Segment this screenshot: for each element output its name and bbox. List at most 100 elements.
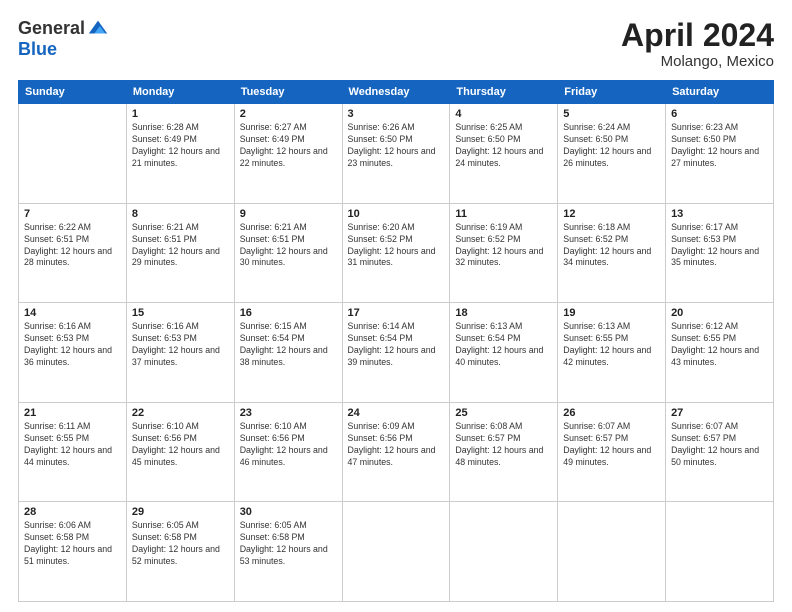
weekday-header-cell: Wednesday	[342, 81, 450, 104]
calendar-day-cell	[666, 502, 774, 602]
day-info: Sunrise: 6:14 AMSunset: 6:54 PMDaylight:…	[348, 321, 445, 369]
day-info: Sunrise: 6:23 AMSunset: 6:50 PMDaylight:…	[671, 122, 768, 170]
calendar-week-row: 21 Sunrise: 6:11 AMSunset: 6:55 PMDayligh…	[19, 402, 774, 502]
day-info: Sunrise: 6:25 AMSunset: 6:50 PMDaylight:…	[455, 122, 552, 170]
weekday-header-cell: Saturday	[666, 81, 774, 104]
title-block: April 2024 Molango, Mexico	[621, 18, 774, 70]
day-info: Sunrise: 6:05 AMSunset: 6:58 PMDaylight:…	[132, 520, 229, 568]
calendar-day-cell: 30 Sunrise: 6:05 AMSunset: 6:58 PMDayligh…	[234, 502, 342, 602]
calendar-day-cell: 26 Sunrise: 6:07 AMSunset: 6:57 PMDayligh…	[558, 402, 666, 502]
day-info: Sunrise: 6:21 AMSunset: 6:51 PMDaylight:…	[240, 222, 337, 270]
day-info: Sunrise: 6:10 AMSunset: 6:56 PMDaylight:…	[240, 421, 337, 469]
calendar-day-cell: 4 Sunrise: 6:25 AMSunset: 6:50 PMDaylight…	[450, 104, 558, 204]
day-info: Sunrise: 6:26 AMSunset: 6:50 PMDaylight:…	[348, 122, 445, 170]
day-info: Sunrise: 6:07 AMSunset: 6:57 PMDaylight:…	[563, 421, 660, 469]
day-info: Sunrise: 6:21 AMSunset: 6:51 PMDaylight:…	[132, 222, 229, 270]
day-number: 21	[24, 407, 121, 419]
weekday-header-row: SundayMondayTuesdayWednesdayThursdayFrid…	[19, 81, 774, 104]
calendar-day-cell: 9 Sunrise: 6:21 AMSunset: 6:51 PMDaylight…	[234, 203, 342, 303]
day-info: Sunrise: 6:06 AMSunset: 6:58 PMDaylight:…	[24, 520, 121, 568]
day-number: 30	[240, 506, 337, 518]
day-info: Sunrise: 6:07 AMSunset: 6:57 PMDaylight:…	[671, 421, 768, 469]
header: General Blue April 2024 Molango, Mexico	[18, 18, 774, 70]
day-info: Sunrise: 6:18 AMSunset: 6:52 PMDaylight:…	[563, 222, 660, 270]
day-info: Sunrise: 6:11 AMSunset: 6:55 PMDaylight:…	[24, 421, 121, 469]
day-number: 23	[240, 407, 337, 419]
calendar-day-cell: 27 Sunrise: 6:07 AMSunset: 6:57 PMDayligh…	[666, 402, 774, 502]
location-title: Molango, Mexico	[621, 53, 774, 70]
day-number: 26	[563, 407, 660, 419]
calendar-day-cell: 18Sunrise: 6:13 AMSunset: 6:54 PMDayligh…	[450, 303, 558, 403]
weekday-header-cell: Sunday	[19, 81, 127, 104]
calendar-day-cell: 19Sunrise: 6:13 AMSunset: 6:55 PMDayligh…	[558, 303, 666, 403]
calendar-day-cell: 25 Sunrise: 6:08 AMSunset: 6:57 PMDayligh…	[450, 402, 558, 502]
day-info: Sunrise: 6:22 AMSunset: 6:51 PMDaylight:…	[24, 222, 121, 270]
day-info: Sunrise: 6:13 AMSunset: 6:54 PMDaylight:…	[455, 321, 552, 369]
calendar-day-cell	[342, 502, 450, 602]
logo-icon	[87, 17, 109, 39]
day-number: 13	[671, 208, 768, 220]
weekday-header-cell: Friday	[558, 81, 666, 104]
day-number: 10	[348, 208, 445, 220]
calendar-day-cell: 28 Sunrise: 6:06 AMSunset: 6:58 PMDayligh…	[19, 502, 127, 602]
day-info: Sunrise: 6:12 AMSunset: 6:55 PMDaylight:…	[671, 321, 768, 369]
calendar-day-cell: 20 Sunrise: 6:12 AMSunset: 6:55 PMDayligh…	[666, 303, 774, 403]
calendar-day-cell: 7Sunrise: 6:22 AMSunset: 6:51 PMDaylight…	[19, 203, 127, 303]
calendar-day-cell: 11 Sunrise: 6:19 AMSunset: 6:52 PMDayligh…	[450, 203, 558, 303]
day-info: Sunrise: 6:27 AMSunset: 6:49 PMDaylight:…	[240, 122, 337, 170]
calendar-day-cell	[450, 502, 558, 602]
calendar-day-cell: 29Sunrise: 6:05 AMSunset: 6:58 PMDayligh…	[126, 502, 234, 602]
calendar-day-cell: 1Sunrise: 6:28 AMSunset: 6:49 PMDaylight…	[126, 104, 234, 204]
calendar-week-row: 14 Sunrise: 6:16 AMSunset: 6:53 PMDayligh…	[19, 303, 774, 403]
calendar-day-cell: 23 Sunrise: 6:10 AMSunset: 6:56 PMDayligh…	[234, 402, 342, 502]
calendar-day-cell: 15Sunrise: 6:16 AMSunset: 6:53 PMDayligh…	[126, 303, 234, 403]
calendar-day-cell: 12 Sunrise: 6:18 AMSunset: 6:52 PMDayligh…	[558, 203, 666, 303]
day-info: Sunrise: 6:17 AMSunset: 6:53 PMDaylight:…	[671, 222, 768, 270]
day-number: 14	[24, 307, 121, 319]
calendar-week-row: 1Sunrise: 6:28 AMSunset: 6:49 PMDaylight…	[19, 104, 774, 204]
weekday-header-cell: Thursday	[450, 81, 558, 104]
day-number: 2	[240, 108, 337, 120]
day-info: Sunrise: 6:10 AMSunset: 6:56 PMDaylight:…	[132, 421, 229, 469]
day-number: 27	[671, 407, 768, 419]
calendar-day-cell: 22 Sunrise: 6:10 AMSunset: 6:56 PMDayligh…	[126, 402, 234, 502]
day-number: 20	[671, 307, 768, 319]
day-number: 24	[348, 407, 445, 419]
calendar-week-row: 7Sunrise: 6:22 AMSunset: 6:51 PMDaylight…	[19, 203, 774, 303]
logo: General Blue	[18, 18, 109, 60]
logo-blue-text: Blue	[18, 39, 57, 60]
calendar-day-cell: 6 Sunrise: 6:23 AMSunset: 6:50 PMDaylight…	[666, 104, 774, 204]
day-number: 9	[240, 208, 337, 220]
calendar-day-cell: 17 Sunrise: 6:14 AMSunset: 6:54 PMDayligh…	[342, 303, 450, 403]
day-info: Sunrise: 6:09 AMSunset: 6:56 PMDaylight:…	[348, 421, 445, 469]
day-info: Sunrise: 6:05 AMSunset: 6:58 PMDaylight:…	[240, 520, 337, 568]
logo-general-text: General	[18, 18, 85, 39]
day-number: 6	[671, 108, 768, 120]
calendar-day-cell: 16Sunrise: 6:15 AMSunset: 6:54 PMDayligh…	[234, 303, 342, 403]
calendar-day-cell: 24 Sunrise: 6:09 AMSunset: 6:56 PMDayligh…	[342, 402, 450, 502]
calendar-day-cell: 13 Sunrise: 6:17 AMSunset: 6:53 PMDayligh…	[666, 203, 774, 303]
calendar-day-cell: 8 Sunrise: 6:21 AMSunset: 6:51 PMDaylight…	[126, 203, 234, 303]
day-number: 22	[132, 407, 229, 419]
month-title: April 2024	[621, 18, 774, 53]
day-info: Sunrise: 6:08 AMSunset: 6:57 PMDaylight:…	[455, 421, 552, 469]
calendar-day-cell: 5Sunrise: 6:24 AMSunset: 6:50 PMDaylight…	[558, 104, 666, 204]
day-info: Sunrise: 6:13 AMSunset: 6:55 PMDaylight:…	[563, 321, 660, 369]
weekday-header-cell: Tuesday	[234, 81, 342, 104]
day-info: Sunrise: 6:16 AMSunset: 6:53 PMDaylight:…	[24, 321, 121, 369]
day-number: 16	[240, 307, 337, 319]
day-number: 28	[24, 506, 121, 518]
calendar-day-cell	[558, 502, 666, 602]
day-number: 17	[348, 307, 445, 319]
day-number: 11	[455, 208, 552, 220]
day-number: 4	[455, 108, 552, 120]
day-number: 12	[563, 208, 660, 220]
day-info: Sunrise: 6:19 AMSunset: 6:52 PMDaylight:…	[455, 222, 552, 270]
calendar-day-cell: 10 Sunrise: 6:20 AMSunset: 6:52 PMDayligh…	[342, 203, 450, 303]
day-number: 8	[132, 208, 229, 220]
day-number: 3	[348, 108, 445, 120]
day-number: 25	[455, 407, 552, 419]
day-info: Sunrise: 6:20 AMSunset: 6:52 PMDaylight:…	[348, 222, 445, 270]
calendar: SundayMondayTuesdayWednesdayThursdayFrid…	[18, 80, 774, 602]
page: General Blue April 2024 Molango, Mexico …	[0, 0, 792, 612]
